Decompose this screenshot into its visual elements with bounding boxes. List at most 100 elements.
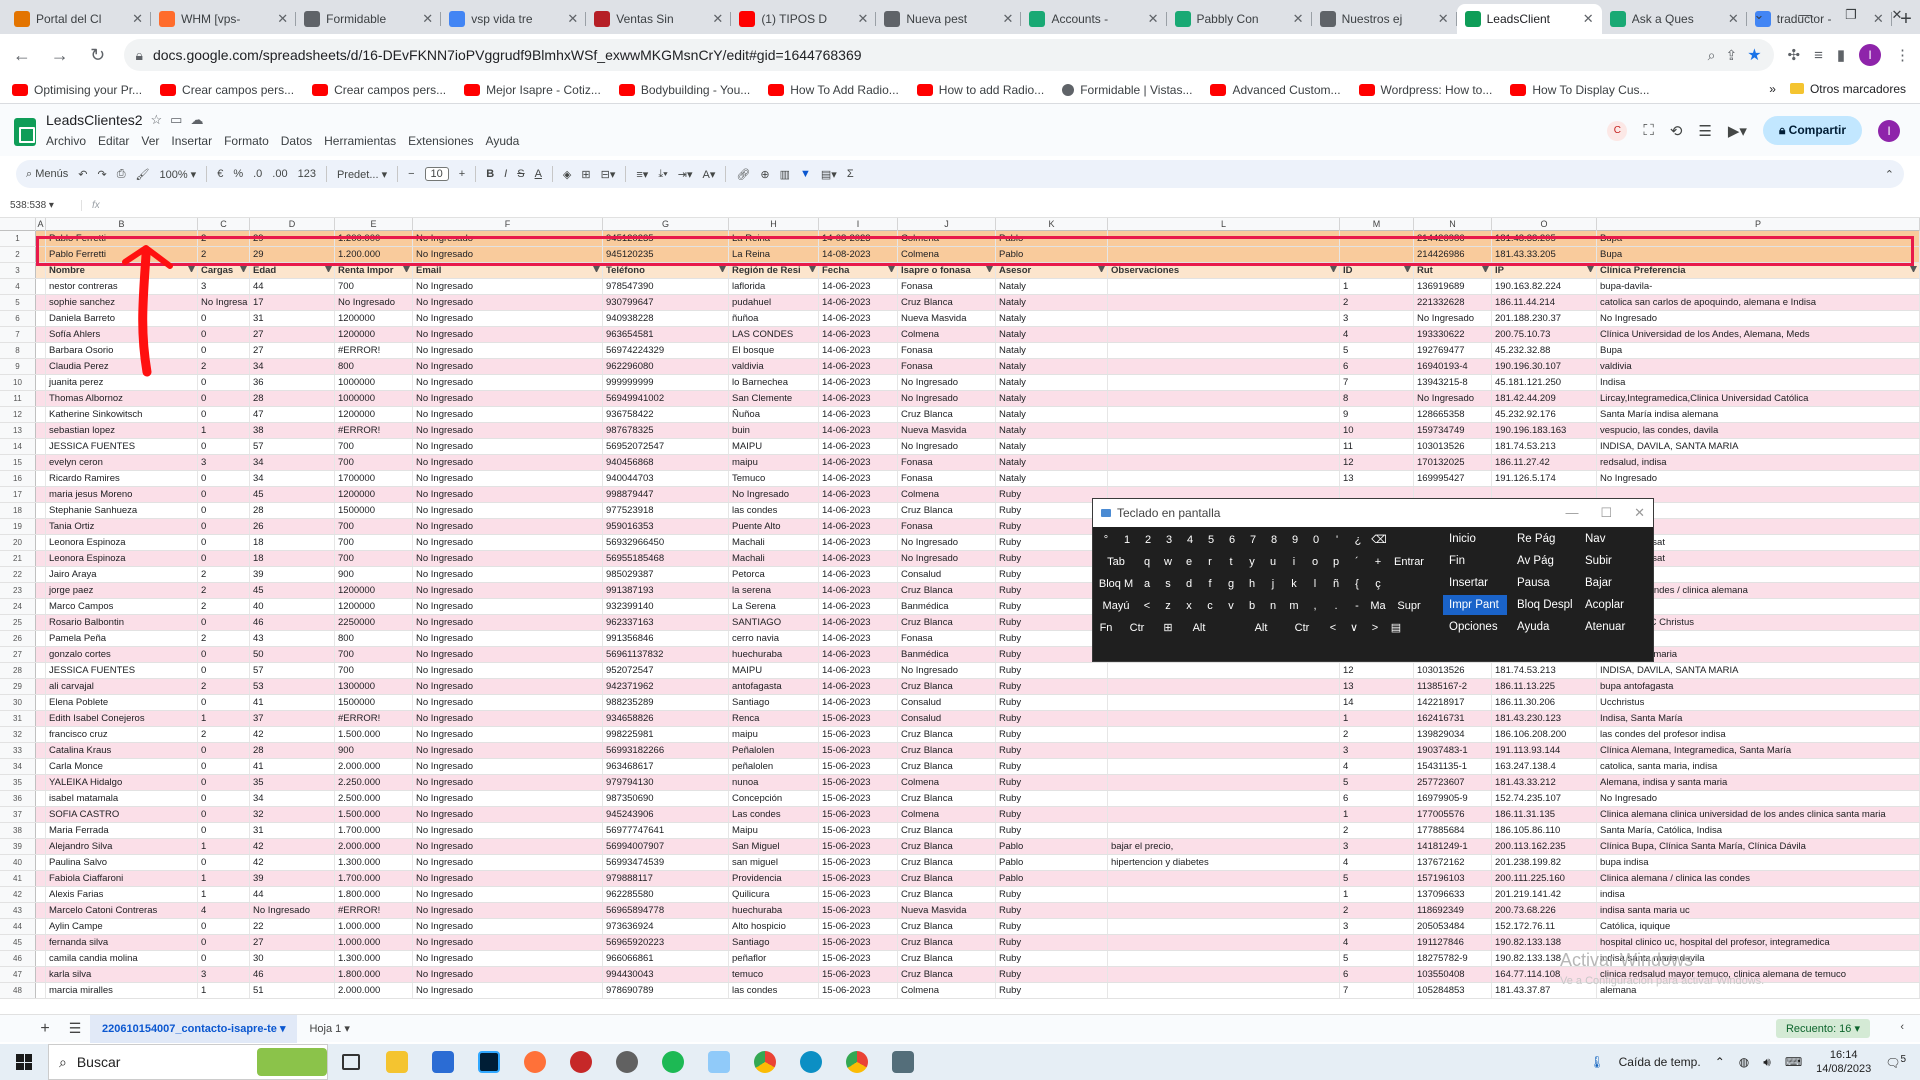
table-cell[interactable]: #ERROR! xyxy=(335,903,413,918)
volume-icon[interactable]: 🔊︎ xyxy=(1763,1055,1771,1070)
table-cell[interactable]: 14-06-2023 xyxy=(819,583,898,598)
browser-tab[interactable]: Ventas Sin ✕ xyxy=(586,4,732,34)
table-cell[interactable]: 57 xyxy=(250,663,335,678)
table-cell[interactable]: 181.42.44.209 xyxy=(1492,391,1597,406)
row-number[interactable]: 20 xyxy=(0,535,36,550)
table-cell[interactable] xyxy=(1108,967,1340,982)
table-cell[interactable]: 973636924 xyxy=(603,919,729,934)
row-number[interactable]: 23 xyxy=(0,583,36,598)
table-cell[interactable]: marcia miralles xyxy=(46,983,198,998)
table-cell[interactable]: SANTIAGO xyxy=(729,615,819,630)
row-number[interactable]: 12 xyxy=(0,407,36,422)
table-cell[interactable]: hipertencion y diabetes xyxy=(1108,855,1340,870)
table-cell[interactable]: catolica, santa maria, indisa xyxy=(1597,759,1920,774)
row-number[interactable]: 6 xyxy=(0,311,36,326)
table-cell[interactable] xyxy=(1108,727,1340,742)
table-cell[interactable] xyxy=(36,919,46,934)
table-cell[interactable]: 966066861 xyxy=(603,951,729,966)
table-cell[interactable]: 137096633 xyxy=(1414,887,1492,902)
table-cell[interactable]: Cruz Blanca xyxy=(898,743,996,758)
table-cell[interactable]: Claudia Perez xyxy=(46,359,198,374)
table-cell[interactable]: 4 xyxy=(1340,935,1414,950)
osk-key[interactable]: h xyxy=(1243,575,1261,593)
table-cell[interactable]: 47 xyxy=(250,407,335,422)
tab-close-icon[interactable]: ✕ xyxy=(422,11,433,27)
table-cell[interactable] xyxy=(1108,375,1340,390)
extensions-icon[interactable]: ✣ xyxy=(1788,46,1801,64)
osk-key[interactable]: , xyxy=(1306,597,1324,615)
table-cell[interactable]: 2 xyxy=(198,583,250,598)
bookmark-item[interactable]: Formidable | Vistas... xyxy=(1062,83,1192,97)
table-cell[interactable]: 14-06-2023 xyxy=(819,519,898,534)
table-cell[interactable]: No Ingresado xyxy=(1414,311,1492,326)
table-cell[interactable]: 3 xyxy=(1340,743,1414,758)
table-cell[interactable]: 4 xyxy=(1340,759,1414,774)
cloud-status-icon[interactable]: ☁ xyxy=(190,112,203,128)
table-cell[interactable]: Nataly xyxy=(996,375,1108,390)
table-cell[interactable]: 18275782-9 xyxy=(1414,951,1492,966)
column-filter-icon[interactable] xyxy=(719,266,726,273)
table-cell[interactable]: 0 xyxy=(198,327,250,342)
table-cell[interactable]: 0 xyxy=(198,919,250,934)
table-cell[interactable]: San Miguel xyxy=(729,839,819,854)
table-cell[interactable] xyxy=(36,727,46,742)
table-cell[interactable] xyxy=(1108,663,1340,678)
row-number[interactable]: 44 xyxy=(0,919,36,934)
table-cell[interactable]: 45 xyxy=(250,583,335,598)
table-cell[interactable]: Ruby xyxy=(996,807,1108,822)
column-header[interactable]: G xyxy=(603,218,729,231)
table-cell[interactable]: No Ingresado xyxy=(413,615,603,630)
table-cell[interactable]: 56965894778 xyxy=(603,903,729,918)
table-cell[interactable]: Colmena xyxy=(898,807,996,822)
table-cell[interactable]: 186.105.86.110 xyxy=(1492,823,1597,838)
table-cell[interactable]: 34 xyxy=(250,791,335,806)
table-cell[interactable]: 900 xyxy=(335,567,413,582)
table-cell[interactable]: Barbara Osorio xyxy=(46,343,198,358)
side-panel-toggle[interactable]: ‹ xyxy=(1900,1021,1904,1033)
table-cell[interactable]: Banmédica xyxy=(898,599,996,614)
table-cell[interactable]: Cruz Blanca xyxy=(898,727,996,742)
column-header[interactable]: A xyxy=(36,218,46,231)
chat-collaborators-icon[interactable]: ⛶ xyxy=(1643,122,1654,139)
table-cell[interactable]: las condes del profesor indisa xyxy=(1597,727,1920,742)
table-cell[interactable]: Ucchristus xyxy=(1597,695,1920,710)
column-header[interactable]: F xyxy=(413,218,603,231)
table-cell[interactable]: No Ingresado xyxy=(898,663,996,678)
table-cell[interactable]: 136919689 xyxy=(1414,279,1492,294)
table-cell[interactable]: 959016353 xyxy=(603,519,729,534)
osk-key[interactable]: 5 xyxy=(1202,531,1220,549)
table-cell[interactable]: No Ingresado xyxy=(413,375,603,390)
osk-side-key[interactable]: Insertar xyxy=(1443,573,1507,593)
table-cell[interactable]: 15-06-2023 xyxy=(819,967,898,982)
table-cell[interactable]: 1 xyxy=(1340,279,1414,294)
table-cell[interactable]: Fonasa xyxy=(898,471,996,486)
browser-tab[interactable]: Pabbly Con ✕ xyxy=(1167,4,1312,34)
table-cell[interactable] xyxy=(36,935,46,950)
osk-key[interactable]: e xyxy=(1180,553,1198,571)
table-cell[interactable]: No Ingresado xyxy=(413,647,603,662)
table-cell[interactable]: ñuñoa xyxy=(729,311,819,326)
table-cell[interactable] xyxy=(36,359,46,374)
table-cell[interactable]: Ruby xyxy=(996,679,1108,694)
table-cell[interactable]: Katherine Sinkowitsch xyxy=(46,407,198,422)
table-cell[interactable]: Cruz Blanca xyxy=(898,887,996,902)
table-cell[interactable]: 191127846 xyxy=(1414,935,1492,950)
table-cell[interactable]: Fonasa xyxy=(898,343,996,358)
table-cell[interactable]: 1200000 xyxy=(335,583,413,598)
row-number[interactable]: 1 xyxy=(0,231,36,246)
table-cell[interactable]: 1300000 xyxy=(335,679,413,694)
browser-tab[interactable]: Nuestros ej ✕ xyxy=(1312,4,1457,34)
osk-key[interactable]: ´ xyxy=(1348,553,1366,571)
table-cell[interactable] xyxy=(36,775,46,790)
table-cell[interactable]: 999999999 xyxy=(603,375,729,390)
table-cell[interactable]: Nataly xyxy=(996,455,1108,470)
table-cell[interactable]: Ruby xyxy=(996,775,1108,790)
table-cell[interactable]: francisco cruz xyxy=(46,727,198,742)
osk-key[interactable]: - xyxy=(1348,597,1366,615)
table-cell[interactable]: Nataly xyxy=(996,359,1108,374)
table-cell[interactable]: 181.43.33.212 xyxy=(1492,775,1597,790)
profile-avatar[interactable]: I xyxy=(1859,44,1881,66)
table-cell[interactable]: 994430043 xyxy=(603,967,729,982)
row-number[interactable]: 11 xyxy=(0,391,36,406)
table-cell[interactable]: 0 xyxy=(198,375,250,390)
